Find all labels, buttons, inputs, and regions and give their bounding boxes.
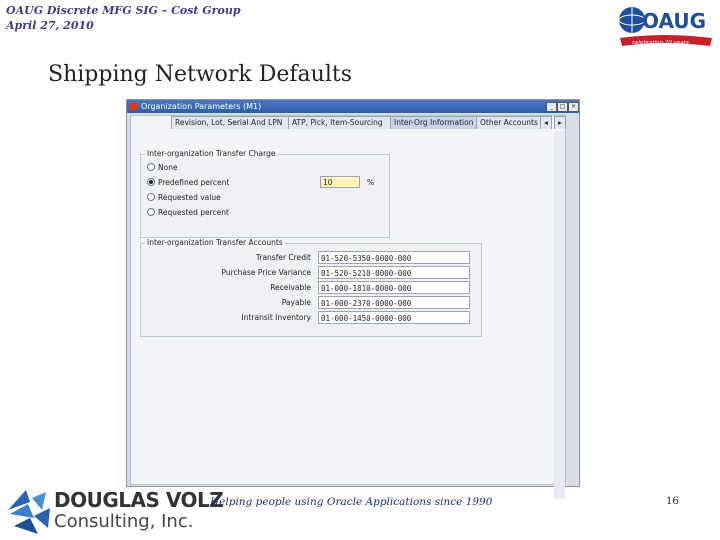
logo-text: OAUG — [642, 9, 706, 33]
purchase-price-variance-field[interactable]: 01-520-5210-0000-000 — [318, 266, 470, 279]
tab-other-accounts[interactable]: Other Accounts — [476, 116, 542, 129]
window-titlebar[interactable]: Organization Parameters (M1) _ □ × — [127, 100, 579, 113]
percent-symbol: % — [367, 178, 375, 187]
organization-parameters-window[interactable]: Organization Parameters (M1) _ □ × Revis… — [126, 99, 580, 499]
company-subtitle: Consulting, Inc. — [54, 511, 194, 532]
intransit-inventory-label: Intransit Inventory — [241, 313, 311, 322]
radio-none[interactable]: None — [147, 163, 178, 173]
radio-none-label: None — [158, 163, 178, 172]
receivable-label: Receivable — [270, 283, 311, 292]
slide-title: Shipping Network Defaults — [48, 62, 353, 87]
vertical-scrollbar[interactable] — [554, 131, 565, 499]
percent-input[interactable]: 10 — [320, 176, 360, 188]
oaug-logo: OAUG celebrating 20 years — [618, 7, 712, 46]
transfer-charge-group-label: Inter-organization Transfer Charge — [145, 149, 278, 159]
transfer-credit-label: Transfer Credit — [255, 253, 311, 262]
radio-requested-value-dot — [147, 193, 155, 201]
tab-scroll-right-icon[interactable]: ▸ — [554, 116, 566, 129]
header-line-1: OAUG Discrete MFG SIG – Cost Group — [6, 4, 241, 17]
footer-tagline: Helping people using Oracle Applications… — [210, 496, 493, 508]
oracle-app-icon — [129, 102, 138, 111]
transfer-accounts-group-label: Inter-organization Transfer Accounts — [145, 238, 285, 248]
radio-requested-value[interactable]: Requested value — [147, 193, 221, 203]
transfer-credit-field[interactable]: 01-520-5350-0000-000 — [318, 251, 470, 264]
radio-none-dot — [147, 163, 155, 171]
payable-field[interactable]: 01-000-2370-0000-000 — [318, 296, 470, 309]
radio-predefined-percent[interactable]: Predefined percent — [147, 178, 229, 188]
tab-atp-pick-sourcing[interactable]: ATP, Pick, Item-Sourcing — [288, 116, 392, 129]
close-icon[interactable]: × — [568, 102, 579, 112]
maximize-icon[interactable]: □ — [557, 102, 568, 112]
radio-predefined-percent-label: Predefined percent — [158, 178, 230, 187]
tab-revision-lot-serial[interactable]: Revision, Lot, Serial And LPN — [171, 116, 290, 129]
radio-requested-value-label: Requested value — [158, 193, 221, 202]
page-number: 16 — [666, 496, 679, 507]
header-line-2: April 27, 2010 — [6, 19, 94, 32]
radio-requested-percent[interactable]: Requested percent — [147, 208, 229, 218]
radio-requested-percent-label: Requested percent — [158, 208, 229, 217]
slide-header: OAUG Discrete MFG SIG – Cost Group April… — [6, 3, 241, 33]
radio-predefined-percent-dot — [147, 178, 155, 186]
minimize-icon[interactable]: _ — [546, 102, 557, 112]
tab-inter-org-information[interactable]: Inter-Org Information — [390, 116, 478, 129]
form-body: Revision, Lot, Serial And LPN ATP, Pick,… — [130, 115, 566, 499]
purchase-price-variance-label: Purchase Price Variance — [221, 268, 311, 277]
company-name: DOUGLAS VOLZ — [54, 488, 224, 512]
payable-label: Payable — [281, 298, 311, 307]
window-title: Organization Parameters (M1) — [141, 102, 262, 111]
radio-requested-percent-dot — [147, 208, 155, 216]
receivable-field[interactable]: 01-000-1810-0000-000 — [318, 281, 470, 294]
tab-scroll-left-icon[interactable]: ◂ — [540, 116, 552, 129]
logo-tagline: celebrating 20 years — [632, 40, 689, 46]
intransit-inventory-field[interactable]: 01-000-1450-0000-000 — [318, 311, 470, 324]
